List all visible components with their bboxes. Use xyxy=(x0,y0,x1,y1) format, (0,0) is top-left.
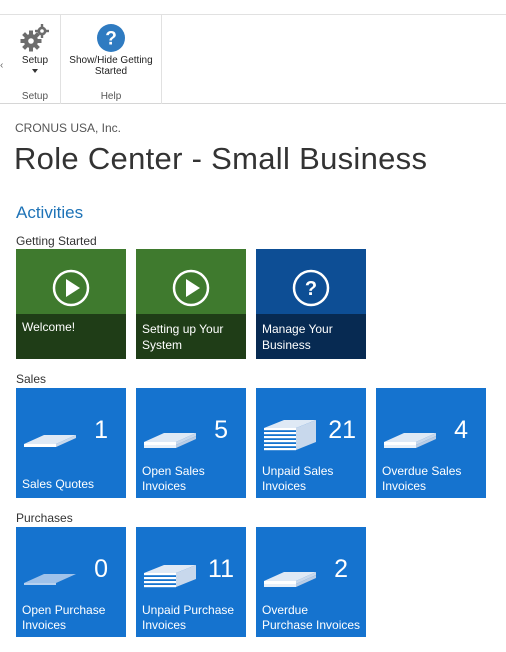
document-stack-icon xyxy=(144,565,196,588)
gears-icon xyxy=(20,24,49,52)
help-icon: ? xyxy=(292,269,330,307)
play-icon xyxy=(52,269,90,307)
tile-label: Open Purchase Invoices xyxy=(22,603,106,632)
activities-heading: Activities xyxy=(16,203,84,222)
section-label-purchases: Purchases xyxy=(16,511,73,525)
tile-label: Unpaid Sales Invoices xyxy=(262,464,334,493)
show-hide-getting-started-button[interactable]: ? Show/Hide Getting Started xyxy=(61,23,161,77)
chevron-down-icon xyxy=(32,69,38,73)
ribbon: ‹ Setup Setup ? Show/Hide Getting Starte… xyxy=(0,0,506,104)
tile-label: Sales Quotes xyxy=(22,477,95,491)
tile-count: 4 xyxy=(454,416,468,444)
tile-count: 21 xyxy=(328,416,356,444)
page-title: Role Center - Small Business xyxy=(14,141,428,176)
tile-count: 1 xyxy=(94,416,108,444)
tile-unpaid-sales-invoices[interactable]: 21 Unpaid Sales Invoices xyxy=(256,388,366,498)
tile-open-purchase-invoices[interactable]: 0 Open Purchase Invoices xyxy=(16,527,126,637)
tile-open-sales-invoices[interactable]: 5 Open Sales Invoices xyxy=(136,388,246,498)
ribbon-group-label-setup: Setup xyxy=(21,91,49,102)
ribbon-group-label-help: Help xyxy=(100,91,122,102)
tile-manage-your-business[interactable]: ? Manage Your Business xyxy=(256,249,366,359)
tile-unpaid-purchase-invoices[interactable]: 11 Unpaid Purchase Invoices xyxy=(136,527,246,637)
ribbon-scroll-edge: ‹ xyxy=(0,60,4,71)
tile-label: Open Sales Invoices xyxy=(142,464,205,493)
ribbon-group-help: ? Show/Hide Getting Started Help xyxy=(61,15,162,104)
document-stack-icon xyxy=(144,433,196,448)
document-stack-icon xyxy=(264,420,316,451)
tile-overdue-purchase-invoices[interactable]: 2 Overdue Purchase Invoices xyxy=(256,527,366,637)
ribbon-group-setup: Setup Setup xyxy=(10,15,61,104)
document-empty-icon xyxy=(24,574,76,585)
help-circle-icon: ? xyxy=(97,24,125,52)
tile-count: 0 xyxy=(94,555,108,583)
svg-text:?: ? xyxy=(105,29,117,50)
setup-button[interactable]: Setup xyxy=(10,23,60,73)
tile-label: Unpaid Purchase Invoices xyxy=(142,603,235,632)
play-icon xyxy=(172,269,210,307)
tile-label: Welcome! xyxy=(22,320,76,334)
tile-welcome[interactable]: Welcome! xyxy=(16,249,126,359)
section-label-getting-started: Getting Started xyxy=(16,234,97,248)
tile-count: 11 xyxy=(208,555,234,583)
tile-label: Manage Your Business xyxy=(262,322,333,352)
document-stack-icon xyxy=(24,435,76,447)
tile-sales-quotes[interactable]: 1 Sales Quotes xyxy=(16,388,126,498)
tile-count: 5 xyxy=(214,416,228,444)
tile-overdue-sales-invoices[interactable]: 4 Overdue Sales Invoices xyxy=(376,388,486,498)
document-stack-icon xyxy=(384,433,436,448)
tile-count: 2 xyxy=(334,555,348,583)
tile-setting-up-your-system[interactable]: Setting up Your System xyxy=(136,249,246,359)
tile-label: Setting up Your System xyxy=(142,322,224,352)
svg-text:?: ? xyxy=(305,278,317,300)
show-hide-getting-started-label: Show/Hide Getting Started xyxy=(69,55,153,77)
company-name: CRONUS USA, Inc. xyxy=(15,121,122,135)
document-stack-icon xyxy=(264,572,316,587)
tile-label: Overdue Purchase Invoices xyxy=(262,603,361,632)
tile-label: Overdue Sales Invoices xyxy=(382,464,462,493)
section-label-sales: Sales xyxy=(16,372,47,386)
setup-button-label: Setup xyxy=(21,55,49,66)
